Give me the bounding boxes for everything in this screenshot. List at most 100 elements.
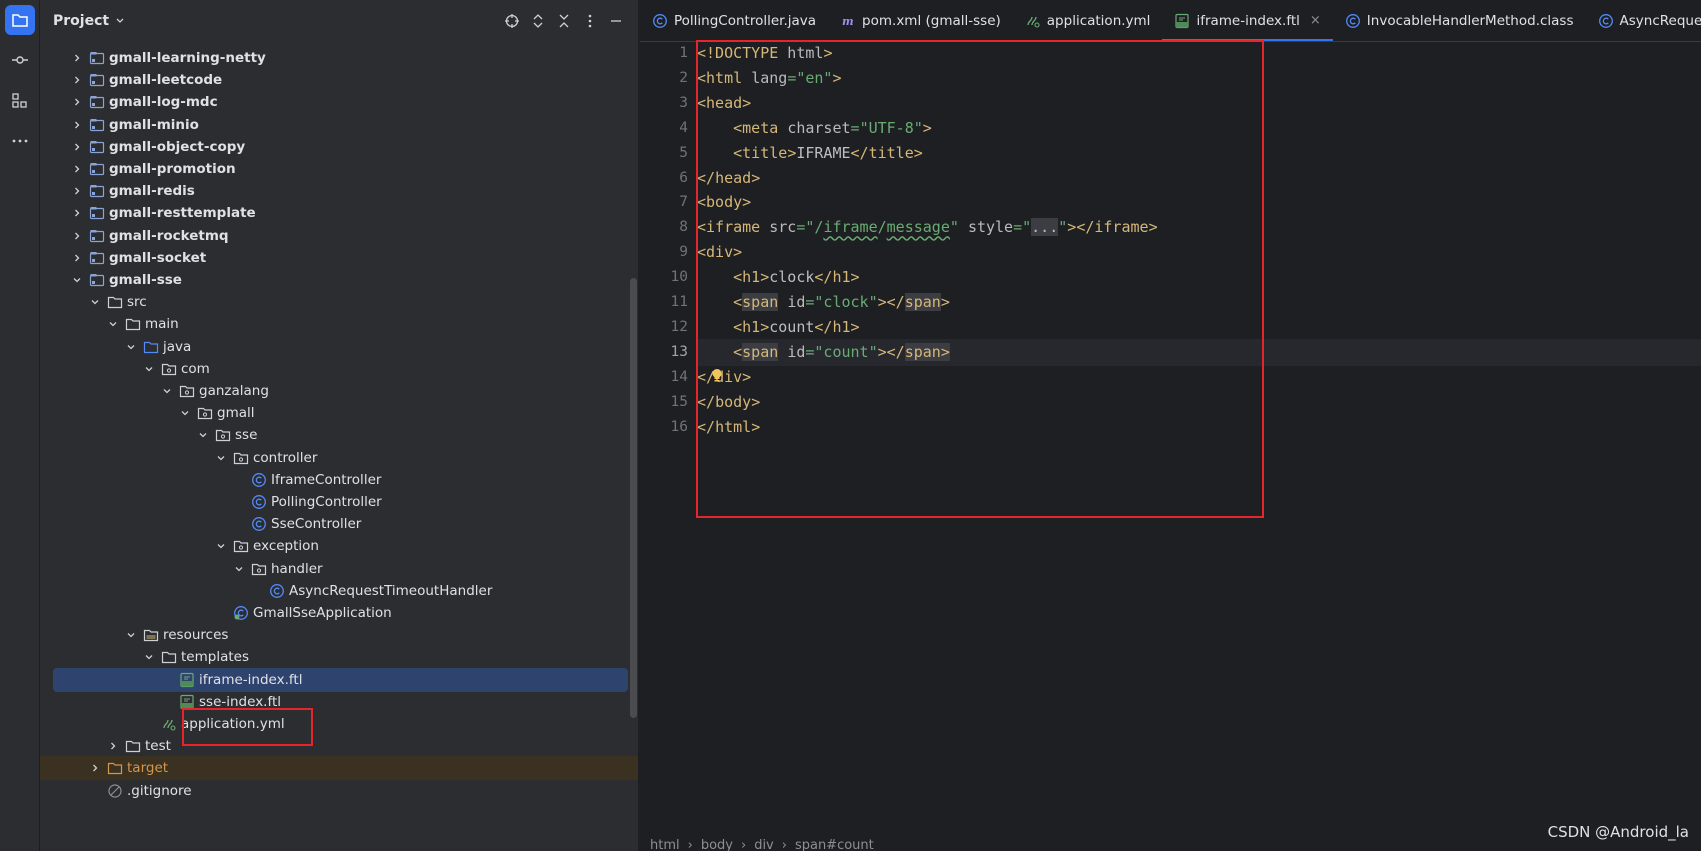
tree-row[interactable]: test [40,734,638,758]
hide-panel-button[interactable] [603,12,629,30]
lightbulb-icon[interactable] [710,367,724,385]
tree-scrollbar[interactable] [630,278,637,718]
chevron-down-icon[interactable] [213,538,229,554]
code-line[interactable]: </div> [697,364,1701,391]
chevron-down-icon[interactable] [177,405,193,421]
tree-row[interactable]: gmall-redis [40,179,638,203]
chevron-right-icon[interactable] [69,139,85,155]
chevron-down-icon[interactable] [69,272,85,288]
tree-row[interactable]: target [40,756,638,781]
chevron-right-icon[interactable] [69,161,85,177]
breadcrumb-item[interactable]: span#count [795,838,874,851]
editor-tab[interactable]: PollingController.java [640,0,828,41]
code-line[interactable]: <meta charset="UTF-8"> [697,115,1701,142]
breadcrumb-item[interactable]: html [650,838,680,851]
tree-row[interactable]: gmall-learning-netty [40,46,638,70]
breadcrumb-item[interactable]: div [754,838,774,851]
tree-row[interactable]: sse [40,423,638,447]
commit-tool-button[interactable] [5,45,35,75]
tree-row[interactable]: gmall-rocketmq [40,224,638,248]
structure-tool-button[interactable] [5,86,35,116]
chevron-right-icon[interactable] [69,250,85,266]
tree-row[interactable]: SseController [40,512,638,536]
more-tools-button[interactable] [5,126,35,156]
tree-row[interactable]: sse-index.ftl [40,690,638,714]
chevron-down-icon[interactable] [123,339,139,355]
chevron-down-icon[interactable] [213,450,229,466]
chevron-down-icon[interactable] [115,16,125,26]
options-button[interactable] [577,12,603,30]
tree-row[interactable]: gmall-minio [40,113,638,137]
code-line[interactable]: <head> [697,90,1701,117]
tree-row[interactable]: gmall-leetcode [40,68,638,92]
code-line[interactable]: </body> [697,389,1701,416]
editor-tab[interactable]: application.yml [1013,0,1163,41]
tree-row[interactable]: controller [40,446,638,470]
editor-tab[interactable]: m pom.xml (gmall-sse) [828,0,1013,41]
code-line[interactable]: <div> [697,239,1701,266]
chevron-right-icon[interactable] [69,50,85,66]
tree-row[interactable]: handler [40,557,638,581]
chevron-right-icon[interactable] [69,72,85,88]
code-line[interactable]: <h1>clock</h1> [697,264,1701,291]
tree-row[interactable]: java [40,335,638,359]
tree-row[interactable]: gmall-sse [40,268,638,292]
code-line[interactable]: <title>IFRAME</title> [697,140,1701,167]
tree-row[interactable]: resources [40,623,638,647]
collapse-all-button[interactable] [551,12,577,30]
chevron-down-icon[interactable] [141,361,157,377]
tree-row[interactable]: PollingController [40,490,638,514]
close-tab-icon[interactable]: × [1310,13,1321,28]
chevron-down-icon[interactable] [105,316,121,332]
project-panel-title[interactable]: Project [53,13,109,29]
chevron-right-icon[interactable] [69,205,85,221]
locate-file-button[interactable] [499,12,525,30]
code-line[interactable]: <html lang="en"> [697,65,1701,92]
tree-row[interactable]: exception [40,534,638,558]
chevron-down-icon[interactable] [231,561,247,577]
tree-row[interactable]: IframeController [40,468,638,492]
chevron-down-icon[interactable] [87,294,103,310]
tree-row[interactable]: ganzalang [40,379,638,403]
tree-row[interactable]: AsyncRequestTimeoutHandler [40,579,638,603]
tree-row[interactable]: gmall [40,401,638,425]
tree-row[interactable]: gmall-resttemplate [40,201,638,225]
editor-tab[interactable]: iframe-index.ftl × [1162,0,1334,41]
project-tool-button[interactable] [5,5,35,35]
tree-row[interactable]: gmall-promotion [40,157,638,181]
tree-row[interactable]: GmallSseApplication [40,601,638,625]
tree-row[interactable]: src [40,290,638,314]
chevron-down-icon[interactable] [141,649,157,665]
code-line[interactable]: <body> [697,189,1701,216]
expand-collapse-button[interactable] [525,12,551,30]
code-line[interactable]: </head> [697,165,1701,192]
tree-row[interactable]: iframe-index.ftl [53,667,628,692]
tree-row[interactable]: gmall-object-copy [40,135,638,159]
tree-row[interactable]: templates [40,645,638,669]
chevron-right-icon[interactable] [87,760,103,776]
code-line[interactable]: </html> [697,414,1701,441]
chevron-down-icon[interactable] [195,427,211,443]
code-line[interactable]: <h1>count</h1> [697,314,1701,341]
editor-tab[interactable]: AsyncReque [1586,0,1701,41]
code-editor[interactable]: <!DOCTYPE html> <html lang="en"> <head> <m… [697,42,1701,842]
tree-row[interactable]: main [40,312,638,336]
chevron-down-icon[interactable] [159,383,175,399]
tree-row[interactable]: gmall-log-mdc [40,90,638,114]
chevron-right-icon[interactable] [69,117,85,133]
tree-row[interactable]: gmall-socket [40,246,638,270]
tree-row[interactable]: .gitignore [40,779,638,803]
code-line[interactable]: <!DOCTYPE html> [697,40,1701,67]
code-line[interactable]: <iframe src="/iframe/message" style="...… [697,214,1701,241]
tree-row[interactable]: application.yml [40,712,638,736]
breadcrumb-item[interactable]: body [701,838,733,851]
editor-tab[interactable]: InvocableHandlerMethod.class [1333,0,1586,41]
chevron-right-icon[interactable] [105,738,121,754]
chevron-right-icon[interactable] [69,183,85,199]
chevron-down-icon[interactable] [123,627,139,643]
chevron-right-icon[interactable] [69,228,85,244]
code-line[interactable]: <span id="count"></span> [697,338,1701,366]
tree-row[interactable]: com [40,357,638,381]
chevron-right-icon[interactable] [69,94,85,110]
code-line[interactable]: <span id="clock"></span> [697,289,1701,316]
